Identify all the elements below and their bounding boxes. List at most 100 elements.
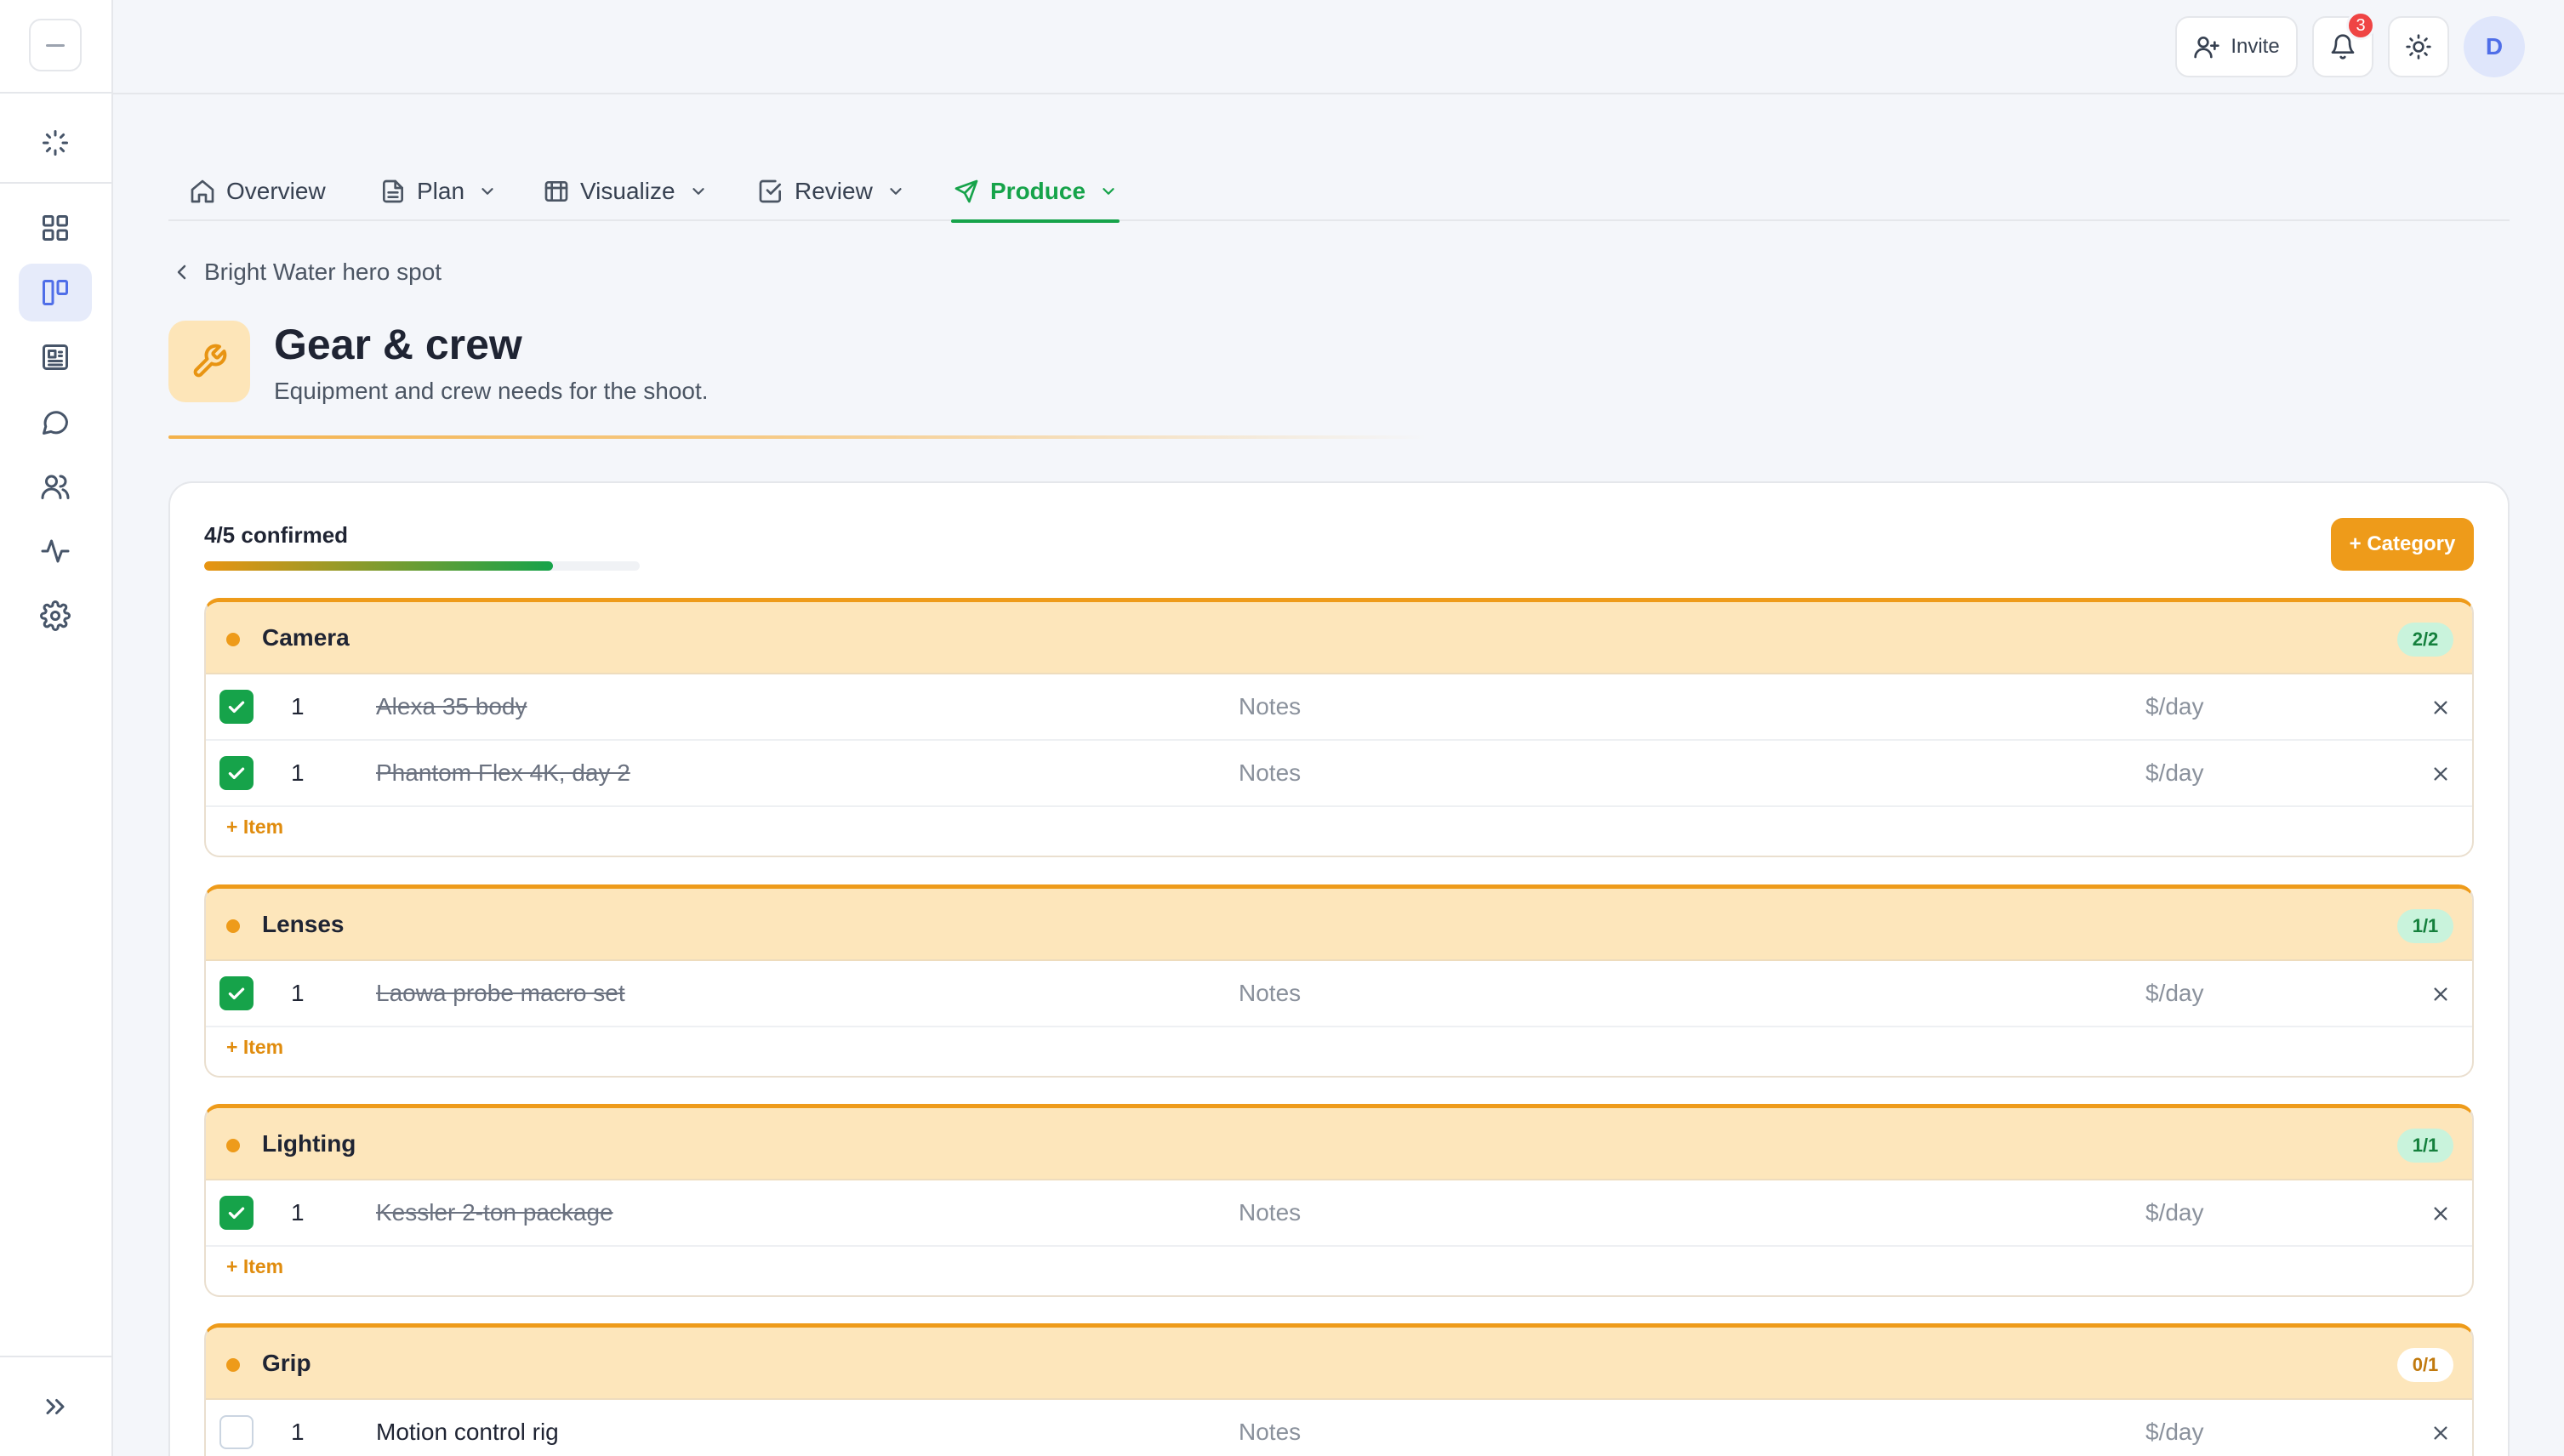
category-count-badge: 0/1 (2397, 1348, 2453, 1382)
tab-visualize[interactable]: Visualize (541, 162, 709, 221)
home-icon (191, 179, 214, 203)
item-row: 1 Phantom Flex 4K, day 2 Notes $/day (206, 741, 2472, 807)
chevrons-right-icon (46, 1399, 65, 1414)
category-lighting: Lighting 1/1 1 Kessler 2-ton package Not… (204, 1104, 2474, 1297)
tab-label: Overview (226, 178, 326, 204)
item-rate-field[interactable]: $/day (2145, 759, 2204, 787)
category-header[interactable]: Lenses 1/1 (206, 889, 2472, 961)
sidebar (0, 0, 113, 1456)
item-quantity[interactable]: 1 (291, 693, 305, 720)
item-quantity[interactable]: 1 (291, 1419, 305, 1446)
sidebar-item-board[interactable] (19, 264, 92, 321)
item-name[interactable]: Laowa probe macro set (376, 980, 625, 1007)
remove-item-button[interactable] (2428, 761, 2453, 787)
sidebar-item-dashboard[interactable] (19, 199, 92, 257)
item-row: 1 Laowa probe macro set Notes $/day (206, 961, 2472, 1027)
item-checkbox[interactable] (219, 976, 254, 1010)
sidebar-item-users[interactable] (19, 458, 92, 515)
sidebar-divider (0, 1356, 113, 1357)
item-notes-field[interactable]: Notes (1239, 980, 1301, 1007)
add-item-button[interactable]: + Item (206, 807, 2472, 855)
category-header[interactable]: Grip 0/1 (206, 1328, 2472, 1400)
check-icon (228, 987, 245, 1000)
category-lenses: Lenses 1/1 1 Laowa probe macro set Notes… (204, 884, 2474, 1078)
category-dot (226, 633, 240, 646)
item-rate-field[interactable]: $/day (2145, 693, 2204, 720)
category-header[interactable]: Lighting 1/1 (206, 1108, 2472, 1180)
item-name[interactable]: Phantom Flex 4K, day 2 (376, 759, 630, 787)
close-icon (2434, 1426, 2447, 1440)
title-divider (168, 435, 1427, 439)
category-dot (226, 1139, 240, 1152)
gear-icon (40, 600, 71, 631)
sidebar-item-media[interactable] (19, 328, 92, 386)
item-rate-field[interactable]: $/day (2145, 980, 2204, 1007)
tab-label: Visualize (580, 178, 675, 204)
item-checkbox[interactable] (219, 756, 254, 790)
sidebar-item-loader[interactable] (19, 114, 92, 172)
item-quantity[interactable]: 1 (291, 980, 305, 1007)
add-item-button[interactable]: + Item (206, 1027, 2472, 1075)
item-name[interactable]: Alexa 35 body (376, 693, 527, 720)
theme-toggle-button[interactable] (2388, 16, 2449, 77)
category-count-badge: 1/1 (2397, 1129, 2453, 1163)
item-quantity[interactable]: 1 (291, 1199, 305, 1226)
breadcrumb[interactable]: Bright Water hero spot (172, 257, 442, 287)
item-rate-field[interactable]: $/day (2145, 1419, 2204, 1446)
progress-fill (204, 561, 553, 571)
item-name[interactable]: Motion control rig (376, 1419, 559, 1446)
logo-mark (46, 43, 65, 47)
item-checkbox[interactable] (219, 690, 254, 724)
item-notes-field[interactable]: Notes (1239, 759, 1301, 787)
close-icon (2434, 987, 2447, 1001)
item-notes-field[interactable]: Notes (1239, 1199, 1301, 1226)
sun-icon (2406, 34, 2431, 60)
notifications-button[interactable]: 3 (2312, 11, 2375, 77)
tab-label: Produce (990, 178, 1086, 204)
sidebar-item-activity[interactable] (19, 522, 92, 580)
tab-label: Plan (417, 178, 465, 204)
notification-badge: 3 (2346, 11, 2375, 40)
remove-item-button[interactable] (2428, 695, 2453, 720)
item-notes-field[interactable]: Notes (1239, 693, 1301, 720)
activity-icon (41, 539, 70, 563)
item-rate-field[interactable]: $/day (2145, 1199, 2204, 1226)
item-name[interactable]: Kessler 2-ton package (376, 1199, 613, 1226)
sidebar-divider (0, 92, 113, 94)
sidebar-expand-button[interactable] (19, 1378, 92, 1436)
close-icon (2434, 767, 2447, 781)
users-icon (41, 475, 70, 499)
avatar[interactable]: D (2464, 16, 2525, 77)
category-header[interactable]: Camera 2/2 (206, 602, 2472, 674)
sidebar-item-chat[interactable] (19, 393, 92, 451)
page-subtitle: Equipment and crew needs for the shoot. (274, 378, 709, 404)
category-name: Grip (262, 1350, 311, 1376)
section-tabs: Overview Plan Visualize Review Produce (168, 162, 2510, 223)
page-icon (168, 321, 250, 402)
app-logo[interactable] (29, 19, 82, 71)
tab-produce[interactable]: Produce (951, 162, 1120, 223)
tab-plan[interactable]: Plan (378, 162, 499, 221)
dashboard-icon (43, 215, 68, 241)
tab-overview[interactable]: Overview (187, 162, 328, 221)
category-camera: Camera 2/2 1 Alexa 35 body Notes $/day 1… (204, 598, 2474, 857)
sidebar-item-settings[interactable] (19, 587, 92, 645)
item-notes-field[interactable]: Notes (1239, 1419, 1301, 1446)
add-item-button[interactable]: + Item (206, 1247, 2472, 1294)
tab-review[interactable]: Review (755, 162, 907, 221)
breadcrumb-label: Bright Water hero spot (204, 259, 442, 285)
chat-icon (43, 411, 69, 435)
add-category-button[interactable]: + Category (2331, 518, 2474, 571)
item-checkbox[interactable] (219, 1415, 254, 1449)
remove-item-button[interactable] (2428, 981, 2453, 1007)
progress-bar (204, 561, 640, 571)
remove-item-button[interactable] (2428, 1420, 2453, 1446)
loader-icon (43, 130, 68, 156)
category-name: Camera (262, 624, 350, 651)
invite-button[interactable]: Invite (2175, 16, 2298, 77)
chevron-left-icon (177, 264, 186, 280)
item-checkbox[interactable] (219, 1196, 254, 1230)
item-quantity[interactable]: 1 (291, 759, 305, 787)
check-icon (228, 1207, 245, 1220)
remove-item-button[interactable] (2428, 1201, 2453, 1226)
